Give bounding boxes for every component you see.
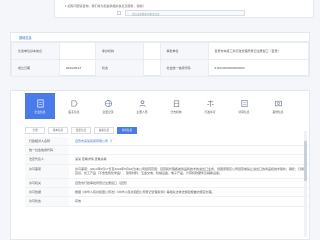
detail-value [69,146,311,154]
nav-label: 企业信息 [34,109,46,114]
detail-key: 许可依据 [25,188,69,197]
nav-label: 清算信息 [238,109,250,114]
table-value: 自贡市本级工商行政管理局登记注册窗口（自贡） [207,42,310,60]
table-key: 状态 [95,59,145,77]
detail-table: 行政相对人名称 自贡市某某贸易有限公司（） 统一社会信用代码 法定代表人 某某 … [25,137,311,207]
detail-key: 许可状态 [25,197,69,206]
category-nav: 企业信息 股东信息 变更记录 主要人员 分支机构 行政许可 清算信息 其他信息 [25,93,297,119]
section-title: 基础信息 [11,33,309,42]
nav-label: 分支机构 [170,109,182,114]
detail-key: 许可机关 [25,178,69,188]
scale-icon [206,99,214,107]
nav-label: 股东信息 [68,109,80,114]
detail-value: 某某 查看详情 查看关联 [75,157,107,162]
agree-checkbox[interactable] [117,11,121,15]
scrollbar-thumb[interactable] [304,141,307,181]
scrollbar[interactable] [304,131,307,237]
tab-change[interactable]: 变更信息 [71,127,91,134]
tab-bar: 全部 基本信息 变更信息 备案信息 许可信息 [25,127,137,134]
table-value: 91510300000000000X [207,59,310,77]
list-icon [240,99,248,107]
table-row: 负责单位基本信息 承办机构 审批单位 自贡市本级工商行政管理局登记注册窗口（自贡… [11,42,310,60]
table-row: 统一社会信用代码 [25,146,311,156]
table-value [58,42,97,60]
table-value [143,42,161,60]
table-key: 审批单位 [159,42,209,60]
building-icon [173,99,179,107]
table-key: 社会统一信用代码 [159,59,209,77]
document-icon [36,99,44,107]
nav-item-shareholder[interactable]: 股东信息 [59,93,89,119]
table-row: 行政相对人名称 自贡市某某贸易有限公司（） [25,137,311,147]
table-key: 负责单位基本信息 [11,42,60,60]
basic-info-table: 负责单位基本信息 承办机构 审批单位 自贡市本级工商行政管理局登记注册窗口（自贡… [11,42,310,77]
more-info-button[interactable]: 请点击查看更多相关信息 [125,10,245,16]
globe-icon [104,99,112,107]
nav-item-permit[interactable]: 行政许可 [195,93,225,119]
tab-basic[interactable]: 基本信息 [48,127,68,134]
money-icon [274,100,282,106]
notice-panel: 1.如有问题请咨询，我们将为您提供相关信息及服务，谢谢！ 请点击查看更多相关信息 [54,0,314,18]
nav-item-personnel[interactable]: 主要人员 [127,93,157,119]
tag-icon [70,99,78,107]
table-value [143,59,161,77]
detail-value[interactable]: 自贡市某某贸易有限公司（） [69,137,311,145]
nav-label: 行政许可 [204,109,216,114]
basic-info-card: 基础信息 负责单位基本信息 承办机构 审批单位 自贡市本级工商行政管理局登记注册… [10,32,310,77]
table-row: 许可事项 许可事项：[2014年5月17日至2024年5月16日]本公司经营范围… [25,164,311,179]
nav-label: 主要人员 [136,109,148,114]
nav-item-enterprise[interactable]: 企业信息 [25,93,55,119]
detail-card: 企业信息 股东信息 变更记录 主要人员 分支机构 行政许可 清算信息 其他信息 [10,90,311,240]
more-info-label: 请点击查看更多相关信息 [132,13,160,16]
detail-value: 有效 [75,199,82,204]
table-value: 2014-05-17 [58,59,97,77]
nav-item-liquidation[interactable]: 清算信息 [229,93,259,119]
detail-value: 许可事项：[2014年5月17日至2024年5月16日]本公司经营范围：自营和代… [75,166,305,176]
table-row: 许可依据 根据《中华人民共和国公司法》《中华人民共和国公司登记管理条例》等相关法… [25,188,311,198]
people-icon [138,99,146,107]
table-row: 法定代表人 某某 查看详情 查看关联 [25,155,311,165]
detail-key: 行政相对人名称 [25,137,69,146]
detail-key: 法定代表人 [25,155,69,164]
tab-permit[interactable]: 许可信息 [117,127,137,134]
nav-item-change[interactable]: 变更记录 [93,93,123,119]
table-key: 承办机构 [95,42,145,60]
nav-label: 其他信息 [272,109,284,114]
nav-label: 变更记录 [102,109,114,114]
table-key: 成立日期 [11,59,60,77]
detail-value: 根据《中华人民共和国公司法》《中华人民共和国公司登记管理条例》等相关法律法规和规… [75,190,215,195]
detail-key: 统一社会信用代码 [25,146,69,155]
nav-item-other[interactable]: 其他信息 [263,93,293,119]
nav-item-branch[interactable]: 分支机构 [161,93,191,119]
table-row: 许可机关 自贡市行政审批局登记注册窗口（自贡） [25,178,311,189]
tab-record[interactable]: 备案信息 [94,127,114,134]
table-row: 许可状态 有效 [25,197,311,207]
table-row: 成立日期 2014-05-17 状态 社会统一信用代码 915103000000… [11,59,310,77]
tab-all[interactable]: 全部 [25,127,45,134]
detail-value: 自贡市行政审批局登记注册窗口（自贡） [75,180,130,185]
notice-text: 1.如有问题请咨询，我们将为您提供相关信息及服务，谢谢！ [65,4,146,8]
detail-key: 许可事项 [25,164,69,178]
